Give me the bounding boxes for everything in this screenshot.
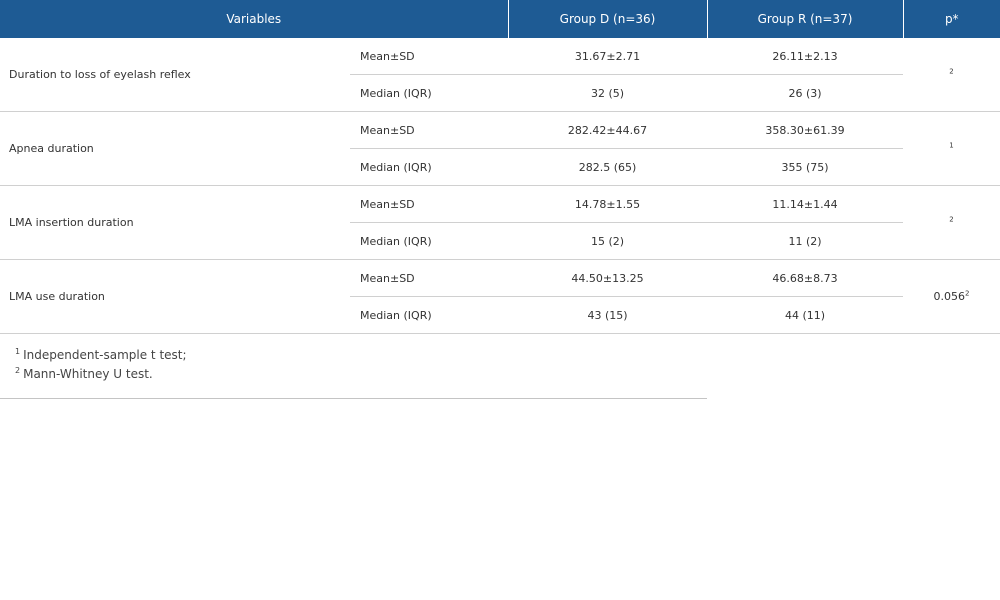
mean-group-r: 11.14±1.44	[707, 185, 903, 223]
p-value-test-marker: 2	[965, 289, 970, 298]
p-value-test-marker: 1	[949, 141, 954, 150]
variable-name: Apnea duration	[0, 111, 350, 186]
header-variables: Variables	[0, 0, 509, 38]
results-table: Variables Group D (n=36) Group R (n=37) …	[0, 0, 1000, 334]
table-body: Duration to loss of eyelash reflex Mean±S…	[0, 38, 1000, 334]
variable-name: LMA insertion duration	[0, 185, 350, 260]
p-value: 0.056	[933, 290, 966, 303]
mean-group-r: 26.11±2.13	[707, 38, 903, 75]
median-group-d: 15 (2)	[508, 222, 707, 260]
mean-group-d: 44.50±13.25	[508, 259, 707, 297]
median-group-d: 282.5 (65)	[508, 148, 707, 186]
mean-group-r: 46.68±8.73	[707, 259, 903, 297]
stat-label-mean: Mean±SD	[350, 185, 508, 223]
table-row: LMA use duration Mean±SD 44.50±13.25 46.68±…	[0, 259, 1000, 334]
header-group-r: Group R (n=37)	[707, 0, 904, 38]
p-value-test-marker: 2	[949, 67, 954, 76]
stat-label-median: Median (IQR)	[350, 74, 508, 112]
median-group-r: 26 (3)	[707, 74, 903, 112]
stat-label-median: Median (IQR)	[350, 222, 508, 260]
stat-label-mean: Mean±SD	[350, 111, 508, 149]
header-row: Variables Group D (n=36) Group R (n=37) …	[0, 0, 1000, 38]
stat-label-median: Median (IQR)	[350, 148, 508, 186]
mean-group-r: 358.30±61.39	[707, 111, 903, 149]
footnote-1-text: Independent-sample t test;	[23, 348, 187, 362]
footnote-2-marker: 2	[15, 366, 21, 375]
footnote-2: 2 Mann-Whitney U test.	[15, 365, 707, 384]
mean-group-d: 31.67±2.71	[508, 38, 707, 75]
table-row: Apnea duration Mean±SD 282.42±44.67 358.30±…	[0, 111, 1000, 186]
footnotes: 1 Independent-sample t test; 2 Mann-Whitne…	[0, 332, 707, 399]
p-value-cell: 2	[903, 185, 1000, 260]
median-group-d: 32 (5)	[508, 74, 707, 112]
median-group-r: 355 (75)	[707, 148, 903, 186]
median-group-r: 44 (11)	[707, 296, 903, 334]
variable-name: Duration to loss of eyelash reflex	[0, 38, 350, 112]
header-group-d: Group D (n=36)	[508, 0, 708, 38]
table-row: LMA insertion duration Mean±SD 14.78±1.55 1…	[0, 185, 1000, 260]
median-group-r: 11 (2)	[707, 222, 903, 260]
mean-group-d: 282.42±44.67	[508, 111, 707, 149]
median-group-d: 43 (15)	[508, 296, 707, 334]
table-row: Duration to loss of eyelash reflex Mean±S…	[0, 38, 1000, 112]
footnote-1: 1 Independent-sample t test;	[15, 346, 707, 365]
p-value-test-marker: 2	[949, 215, 954, 224]
p-value-cell: 1	[903, 111, 1000, 186]
footnote-2-text: Mann-Whitney U test.	[23, 367, 153, 381]
stat-label-mean: Mean±SD	[350, 259, 508, 297]
mean-group-d: 14.78±1.55	[508, 185, 707, 223]
header-p: p*	[903, 0, 1000, 38]
variable-name: LMA use duration	[0, 259, 350, 334]
stat-label-mean: Mean±SD	[350, 38, 508, 75]
footnote-1-marker: 1	[15, 347, 21, 356]
p-value-cell: 2	[903, 38, 1000, 112]
stat-label-median: Median (IQR)	[350, 296, 508, 334]
p-value-cell: 0.0562	[903, 259, 1000, 334]
